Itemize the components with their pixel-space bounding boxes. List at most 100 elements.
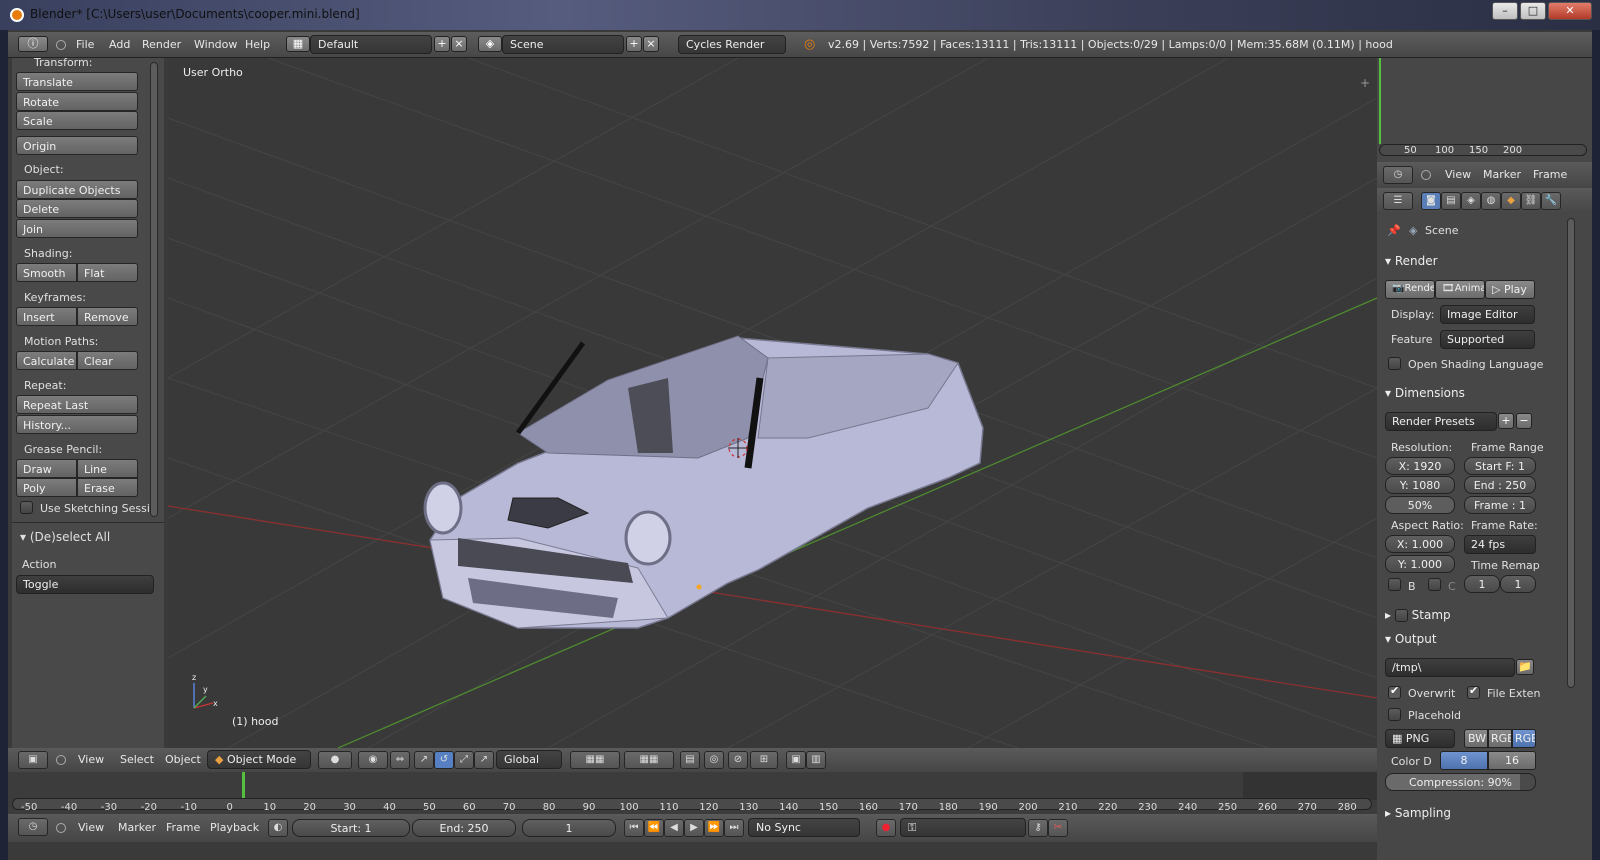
preview-range-icon[interactable]: ◐ bbox=[268, 819, 288, 837]
render-opengl-icon[interactable]: ▣ bbox=[786, 751, 806, 769]
editor-type-timeline-icon[interactable]: ◷ bbox=[18, 818, 48, 836]
snap-toggle-icon[interactable]: ⊘ bbox=[728, 751, 748, 769]
menu-window[interactable]: Window bbox=[194, 38, 237, 51]
compression-slider[interactable]: Compression: 90% bbox=[1385, 773, 1536, 791]
operator-panel-title[interactable]: ▾ (De)select All bbox=[20, 530, 110, 544]
editor-type-info-icon[interactable]: ⓘ bbox=[18, 36, 48, 52]
3d-viewport[interactable]: z y x User Ortho (1) hood + bbox=[168, 58, 1377, 748]
menu-file[interactable]: File bbox=[76, 38, 94, 51]
resolution-x-field[interactable]: X: 1920 bbox=[1385, 457, 1455, 475]
play-icon[interactable]: ▶ bbox=[684, 819, 704, 837]
layer-buttons-1[interactable]: ▦▦ bbox=[570, 751, 620, 769]
jump-start-icon[interactable]: ⏮ bbox=[624, 819, 644, 837]
header-collapse-icon[interactable] bbox=[1421, 170, 1431, 180]
file-format-select[interactable]: ▦ PNG bbox=[1385, 729, 1455, 748]
object-menu[interactable]: Object bbox=[165, 753, 201, 766]
jump-keyframe-forward-icon[interactable]: ⏩ bbox=[704, 819, 724, 837]
modifiers-tab-icon[interactable]: 🔧 bbox=[1541, 192, 1561, 210]
layout-field[interactable]: Default bbox=[310, 35, 432, 54]
timeline-marker-menu[interactable]: Marker bbox=[118, 821, 156, 834]
close-button[interactable]: ✕ bbox=[1548, 2, 1592, 20]
resolution-y-field[interactable]: Y: 1080 bbox=[1385, 476, 1455, 494]
scene-field[interactable]: Scene bbox=[502, 35, 624, 54]
display-select[interactable]: Image Editor bbox=[1440, 305, 1535, 324]
calculate-paths-button[interactable]: Calculate bbox=[16, 351, 77, 370]
editor-type-properties-icon[interactable]: ☰ bbox=[1383, 192, 1413, 210]
stamp-checkbox[interactable] bbox=[1394, 609, 1408, 622]
color-depth-8-button[interactable]: 8 bbox=[1440, 751, 1488, 770]
render-tab-icon[interactable]: ◙ bbox=[1421, 192, 1441, 210]
keying-set-field[interactable]: ⚿ bbox=[900, 818, 1026, 837]
scale-manipulator-icon[interactable]: ⤢ bbox=[454, 751, 474, 769]
scene-remove-icon[interactable]: × bbox=[643, 36, 659, 52]
color-rgb-button[interactable]: RGB bbox=[1488, 729, 1512, 748]
browse-folder-icon[interactable]: 📁 bbox=[1516, 659, 1534, 675]
sampling-panel-header[interactable]: ▸ Sampling bbox=[1385, 806, 1535, 820]
jump-end-icon[interactable]: ⏭ bbox=[724, 819, 744, 837]
lock-layers-icon[interactable]: ▤ bbox=[680, 751, 700, 769]
translate-button[interactable]: Translate bbox=[16, 72, 138, 91]
rotate-button[interactable]: Rotate bbox=[16, 92, 138, 111]
rotate-manipulator-icon[interactable]: ↺ bbox=[434, 751, 454, 769]
header-collapse-icon[interactable] bbox=[56, 823, 66, 833]
snap-element-icon[interactable]: ⊞ bbox=[750, 751, 778, 769]
border-checkbox[interactable] bbox=[1388, 578, 1401, 591]
insert-keyframe-icon[interactable]: ⚷ bbox=[1028, 819, 1048, 837]
shade-smooth-button[interactable]: Smooth bbox=[16, 263, 77, 282]
manipulator-orientation-icon[interactable]: ↗ bbox=[474, 751, 494, 769]
mini-view-menu[interactable]: View bbox=[1445, 168, 1471, 181]
play-reverse-icon[interactable]: ◀ bbox=[664, 819, 684, 837]
duplicate-objects-button[interactable]: Duplicate Objects bbox=[16, 180, 138, 199]
gp-erase-button[interactable]: Erase bbox=[77, 478, 138, 497]
timeline-view-menu[interactable]: View bbox=[78, 821, 104, 834]
object-tab-icon[interactable]: ◆ bbox=[1501, 192, 1521, 210]
menu-render[interactable]: Render bbox=[142, 38, 181, 51]
timeline[interactable]: -50 -40 -30 -20 -10 0 10 20 30 40 50 60 70 80 90 100 110… bbox=[8, 772, 1377, 814]
play-button[interactable]: ▷ Play bbox=[1485, 280, 1535, 299]
jump-keyframe-back-icon[interactable]: ⏪ bbox=[644, 819, 664, 837]
menu-add[interactable]: Add bbox=[109, 38, 130, 51]
file-extensions-checkbox[interactable]: ✔ bbox=[1467, 684, 1480, 699]
header-collapse-icon[interactable] bbox=[56, 755, 66, 765]
layout-remove-icon[interactable]: × bbox=[451, 36, 467, 52]
insert-keyframe-button[interactable]: Insert bbox=[16, 307, 77, 326]
viewport-shading-icon[interactable]: ● bbox=[318, 751, 352, 769]
layout-add-icon[interactable]: + bbox=[434, 36, 450, 52]
animation-button[interactable]: 🎞Anima bbox=[1435, 280, 1485, 299]
scene-browse-icon[interactable]: ◈ bbox=[478, 36, 502, 52]
join-button[interactable]: Join bbox=[16, 219, 138, 238]
view-menu[interactable]: View bbox=[78, 753, 104, 766]
remove-keyframe-button[interactable]: Remove bbox=[77, 307, 138, 326]
world-tab-icon[interactable]: ◍ bbox=[1481, 192, 1501, 210]
crop-checkbox[interactable] bbox=[1428, 578, 1441, 591]
color-bw-button[interactable]: BW bbox=[1464, 729, 1488, 748]
delete-button[interactable]: Delete bbox=[16, 199, 138, 218]
auto-keying-record-icon[interactable]: ● bbox=[876, 819, 896, 837]
time-remap-old-field[interactable]: 1 bbox=[1464, 575, 1500, 593]
time-remap-new-field[interactable]: 1 bbox=[1500, 575, 1536, 593]
color-rgba-button[interactable]: RGB bbox=[1512, 729, 1536, 748]
layout-browse-icon[interactable]: ▦ bbox=[286, 36, 310, 52]
gp-poly-button[interactable]: Poly bbox=[16, 478, 77, 497]
scale-button[interactable]: Scale bbox=[16, 111, 138, 130]
mini-marker-menu[interactable]: Marker bbox=[1483, 168, 1521, 181]
remove-preset-icon[interactable]: − bbox=[1516, 413, 1532, 429]
action-select[interactable]: Toggle bbox=[16, 575, 154, 594]
timeline-scrollbar[interactable] bbox=[12, 798, 1372, 810]
history-button[interactable]: History... bbox=[16, 415, 138, 434]
header-collapse-icon[interactable] bbox=[56, 40, 66, 50]
overwrite-checkbox[interactable]: ✔ bbox=[1388, 684, 1401, 699]
osl-checkbox[interactable] bbox=[1388, 357, 1401, 370]
start-frame-field[interactable]: Start F: 1 bbox=[1464, 457, 1536, 475]
render-anim-opengl-icon[interactable]: ▥ bbox=[806, 751, 826, 769]
layer-buttons-2[interactable]: ▦▦ bbox=[624, 751, 674, 769]
stamp-panel-header[interactable]: ▸ Stamp bbox=[1385, 608, 1535, 622]
scene-tab-icon[interactable]: ◈ bbox=[1461, 192, 1481, 210]
scene-add-icon[interactable]: + bbox=[626, 36, 642, 52]
timeline-frame-menu[interactable]: Frame bbox=[166, 821, 200, 834]
render-panel-header[interactable]: ▾ Render bbox=[1385, 254, 1535, 268]
render-button[interactable]: 📷Rende bbox=[1385, 280, 1435, 299]
sketching-checkbox[interactable] bbox=[20, 501, 33, 514]
minimize-button[interactable]: – bbox=[1492, 2, 1518, 20]
output-panel-header[interactable]: ▾ Output bbox=[1385, 632, 1535, 646]
